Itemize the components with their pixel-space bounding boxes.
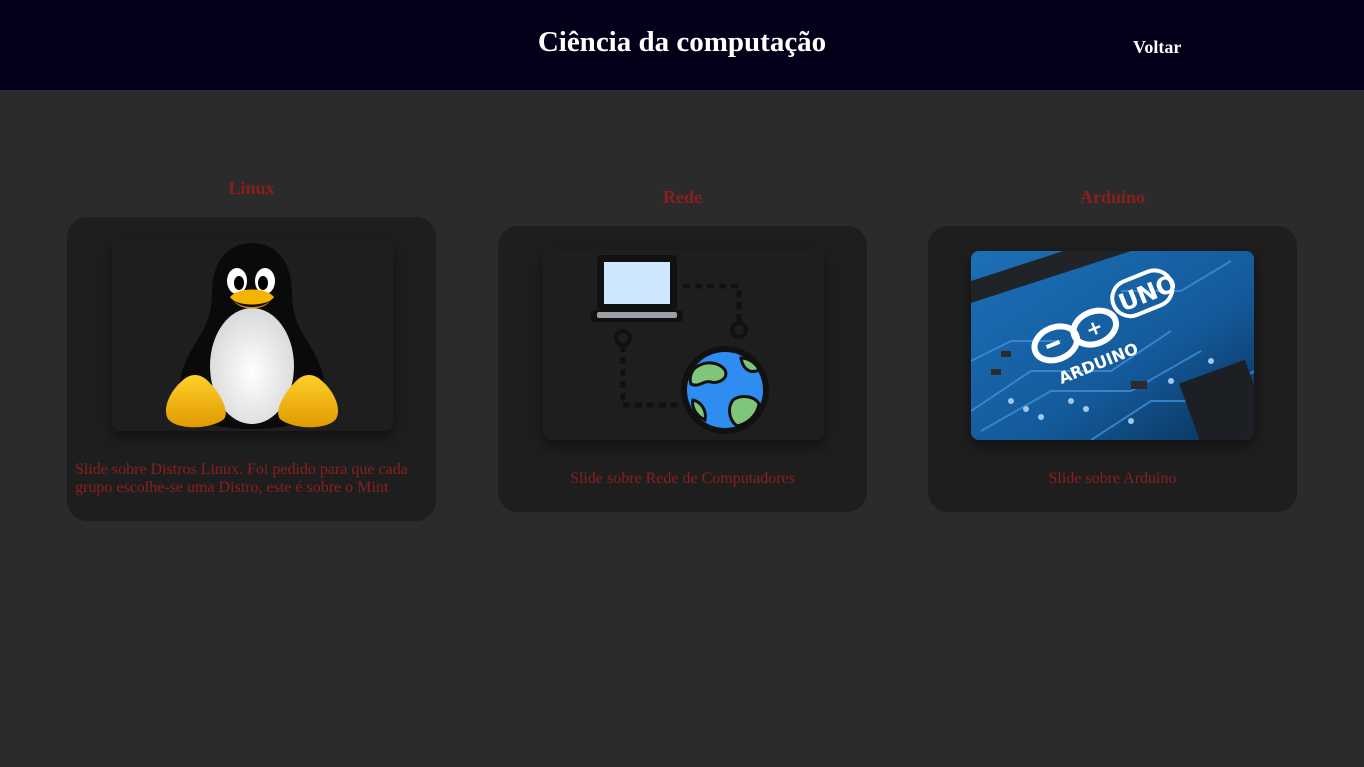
rede-image [543, 250, 824, 440]
linux-card[interactable]: Slide sobre Distros Linux. Foi pedido pa… [67, 217, 436, 521]
arduino-card[interactable]: + ARDUINO UNO Slide sobre Arduino [928, 226, 1297, 512]
linux-description: Slide sobre Distros Linux. Foi pedido pa… [75, 461, 408, 496]
linux-section: Linux Slide sobre Distros Linux. Foi ped… [67, 176, 436, 521]
rede-card[interactable]: Slide sobre Rede de Computadores [498, 226, 867, 512]
linux-image [112, 241, 393, 431]
tux-penguin-icon [165, 243, 339, 429]
back-link[interactable]: Voltar [1133, 37, 1181, 58]
linux-title: Linux [228, 178, 275, 198]
arduino-image: + ARDUINO UNO [971, 251, 1254, 440]
rede-section: Rede Slide sobre Rede de Computadores [498, 185, 867, 512]
rede-description: Slide sobre Rede de Computadores [570, 470, 795, 487]
rede-title: Rede [663, 187, 702, 207]
arduino-section: Arduino + ARDUINO UNO Slide sobre Arduin… [928, 185, 1297, 512]
arduino-title: Arduino [1079, 187, 1146, 207]
arduino-description: Slide sobre Arduino [1048, 470, 1177, 487]
computer-network-icon [591, 255, 769, 434]
top-header: Ciência da computação Voltar [0, 0, 1364, 90]
arduino-board-icon: + ARDUINO UNO [971, 251, 1254, 440]
